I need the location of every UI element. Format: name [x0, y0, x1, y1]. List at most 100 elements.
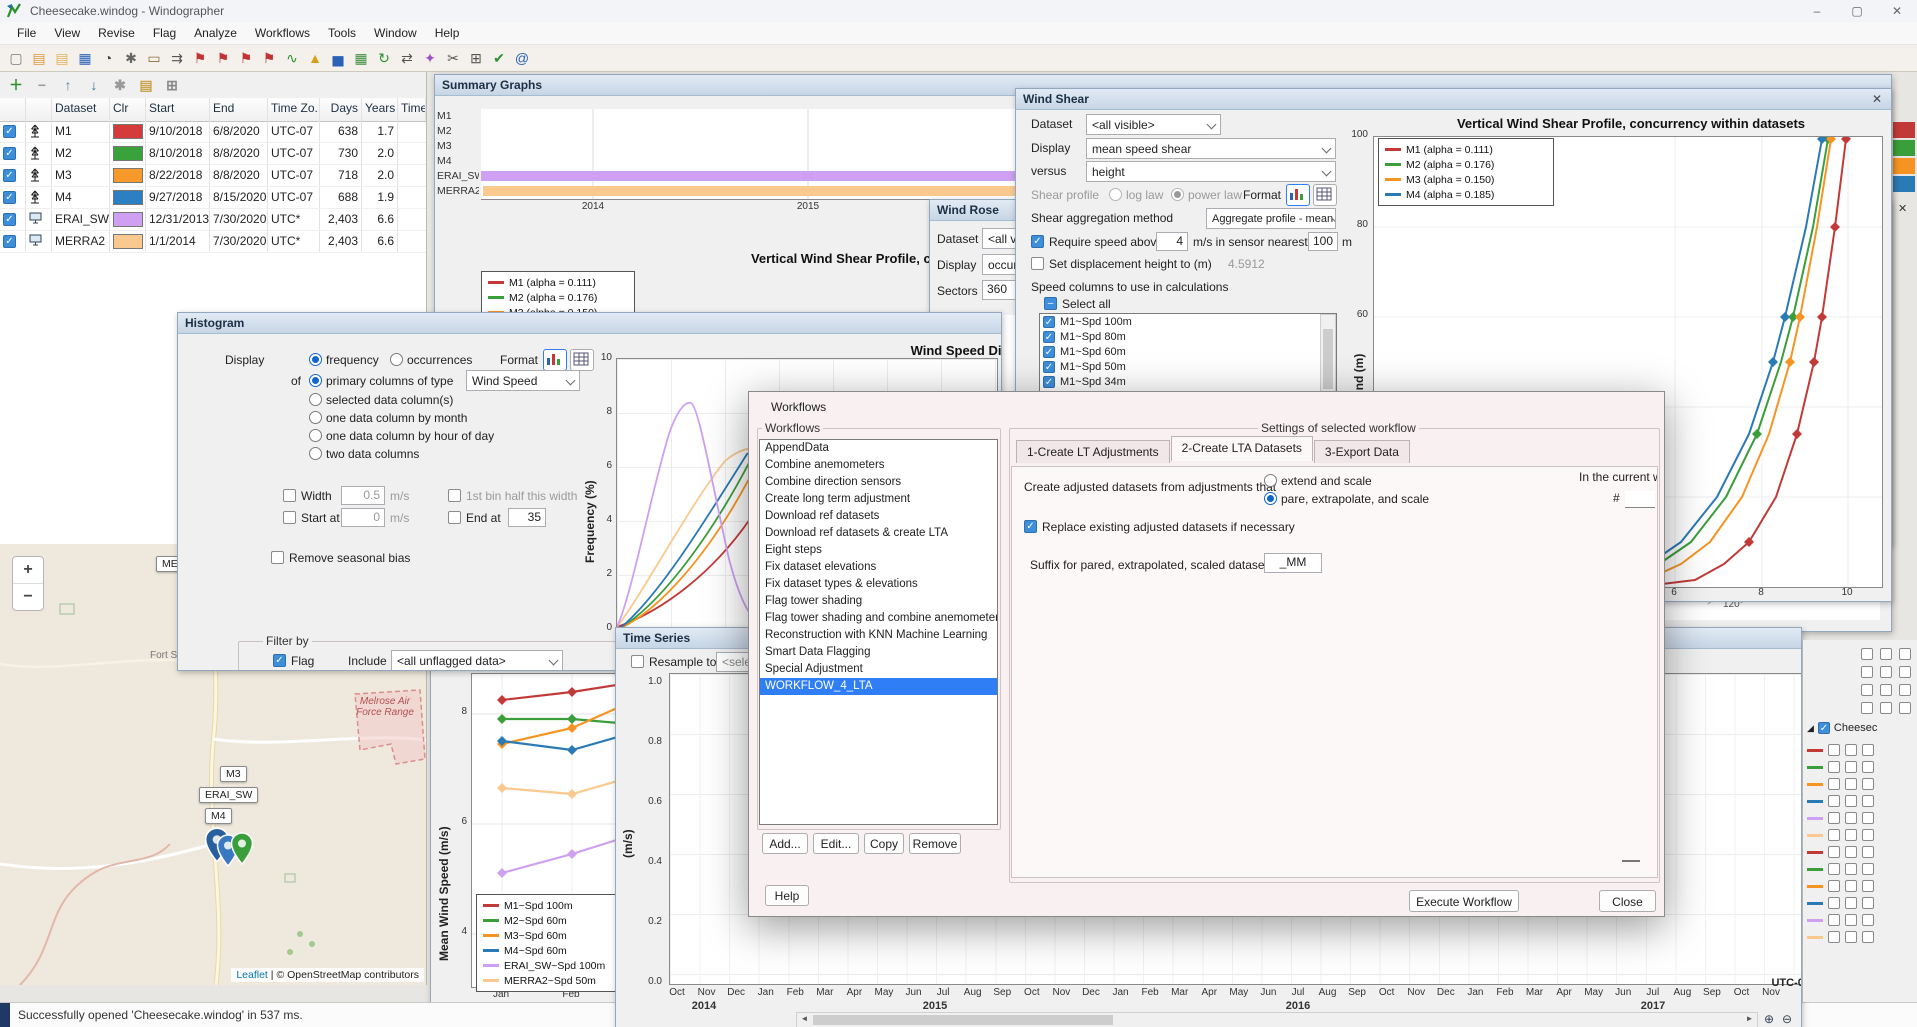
toolbar-chart-area-icon[interactable]: ▲ — [305, 48, 325, 68]
map-zoom-out-button[interactable]: − — [13, 584, 43, 610]
series-checkbox[interactable] — [1845, 863, 1857, 875]
speed-column-item[interactable]: ✓M1~Spd 50m — [1040, 359, 1336, 374]
color-swatch[interactable] — [113, 124, 143, 139]
panel-checkbox[interactable] — [1880, 648, 1892, 660]
wf-pare-radio[interactable] — [1264, 492, 1277, 505]
toolbar-flag-clear-icon[interactable]: ⚑ — [259, 48, 279, 68]
map-marker-label-m3[interactable]: M3 — [220, 766, 247, 782]
series-checkbox[interactable] — [1862, 795, 1874, 807]
dataset-color-swatch[interactable] — [110, 231, 146, 252]
column-checkbox[interactable]: ✓ — [1043, 346, 1055, 358]
panel-checkbox[interactable] — [1880, 702, 1892, 714]
column-header[interactable]: End — [210, 98, 268, 121]
ws-agg-select[interactable]: Aggregate profile - mean — [1206, 208, 1336, 229]
toolbar-chart-bar-icon[interactable]: ▅ — [328, 48, 348, 68]
dataset-move-up-icon[interactable]: ↑ — [58, 75, 78, 95]
close-button[interactable]: ✕ — [1877, 1, 1917, 21]
workflow-item[interactable]: WORKFLOW_4_LTA — [760, 678, 997, 695]
toolbar-save-icon[interactable]: ▦ — [75, 48, 95, 68]
speed-column-item[interactable]: ✓M1~Spd 100m — [1040, 314, 1336, 329]
toolbar-expand-icon[interactable]: ⊞ — [466, 48, 486, 68]
workflow-item[interactable]: Fix dataset types & elevations — [760, 576, 997, 593]
wf-close-button[interactable]: Close — [1599, 890, 1656, 912]
toolbar-ruler-icon[interactable]: ▭ — [144, 48, 164, 68]
dataset-color-swatch[interactable] — [110, 209, 146, 230]
series-checkbox[interactable] — [1828, 761, 1840, 773]
map-marker-label-m4[interactable]: M4 — [205, 808, 232, 824]
table-row[interactable]: ✓MERRA21/1/20147/30/2020UTC*2,4036.6 — [0, 231, 426, 253]
toolbar-gear-icon[interactable]: ✱ — [121, 48, 141, 68]
dataset-visible-checkbox[interactable]: ✓ — [3, 235, 16, 248]
panel-checkbox[interactable] — [1880, 684, 1892, 696]
series-checkbox[interactable] — [1862, 812, 1874, 824]
workflow-item[interactable]: Special Adjustment — [760, 661, 997, 678]
toolbar-chart-line-icon[interactable]: ∿ — [282, 48, 302, 68]
column-checkbox[interactable]: ✓ — [1043, 361, 1055, 373]
series-checkbox[interactable] — [1862, 846, 1874, 858]
hg-month-radio[interactable] — [309, 411, 322, 424]
wf-remove-button[interactable]: Remove — [909, 833, 961, 854]
hg-flag-checkbox[interactable]: ✓ — [273, 654, 286, 667]
minimize-button[interactable]: – — [1797, 1, 1837, 21]
dataset-color-swatch[interactable] — [110, 143, 146, 164]
workflow-list[interactable]: AppendDataCombine anemometersCombine dir… — [759, 439, 998, 825]
series-checkbox[interactable] — [1862, 931, 1874, 943]
hg-type-select[interactable]: Wind Speed — [466, 370, 580, 391]
toolbar-clock-icon[interactable]: ◔ — [98, 48, 118, 68]
ws-power-law-radio[interactable] — [1171, 188, 1184, 201]
dataset-color-swatch[interactable] — [110, 165, 146, 186]
column-header[interactable]: Years — [362, 98, 398, 121]
column-checkbox[interactable]: ✓ — [1043, 331, 1055, 343]
panel-series-row[interactable] — [1807, 931, 1874, 943]
series-checkbox[interactable] — [1828, 863, 1840, 875]
panel-checkbox[interactable] — [1880, 666, 1892, 678]
panel-checkbox[interactable] — [1899, 684, 1911, 696]
hg-hour-radio[interactable] — [309, 429, 322, 442]
workflow-item[interactable]: Combine direction sensors — [760, 474, 997, 491]
workflow-item[interactable]: AppendData — [760, 440, 997, 457]
table-row[interactable]: ✓M19/10/20186/8/2020UTC-076381.7 — [0, 121, 426, 143]
toolbar-open-folder-icon[interactable]: ▤ — [52, 48, 72, 68]
ws-require-speed-input[interactable]: 4 — [1156, 232, 1188, 251]
wf-help-button[interactable]: Help — [765, 885, 809, 906]
column-checkbox[interactable]: ✓ — [1043, 376, 1055, 388]
dataset-add-icon[interactable]: ＋ — [6, 75, 26, 95]
dataset-visible-checkbox[interactable]: ✓ — [3, 125, 16, 138]
panel-series-row[interactable] — [1807, 880, 1874, 892]
ws-format-chart-button[interactable] — [1286, 184, 1310, 206]
speed-column-item[interactable]: ✓M1~Spd 34m — [1040, 374, 1336, 389]
series-checkbox[interactable] — [1845, 880, 1857, 892]
toolbar-new-file-icon[interactable]: ▢ — [6, 48, 26, 68]
wf-replace-checkbox[interactable]: ✓ — [1024, 520, 1037, 533]
panel-dataset-item[interactable]: ◢✓Cheesec — [1807, 722, 1877, 734]
series-checkbox[interactable] — [1845, 897, 1857, 909]
hg-seasonal-checkbox[interactable] — [271, 551, 284, 564]
panel-checkbox[interactable] — [1899, 666, 1911, 678]
workflow-item[interactable]: Download ref datasets & create LTA — [760, 525, 997, 542]
toolbar-flag-add-icon[interactable]: ⚑ — [236, 48, 256, 68]
menu-item-file[interactable]: File — [8, 24, 45, 42]
color-swatch[interactable] — [113, 168, 143, 183]
hg-include-select[interactable]: <all unflagged data> — [391, 650, 563, 671]
wf-suffix-input[interactable]: _MM — [1264, 553, 1322, 573]
wf-copy-button[interactable]: Copy — [864, 833, 904, 854]
color-swatch[interactable] — [113, 190, 143, 205]
wf-extend-radio[interactable] — [1264, 474, 1277, 487]
toolbar-check-icon[interactable]: ✔ — [489, 48, 509, 68]
zoom-extents-icon[interactable]: ⊞ — [1797, 1011, 1802, 1027]
series-checkbox[interactable] — [1828, 914, 1840, 926]
ws-display-select[interactable]: mean speed shear — [1086, 138, 1336, 159]
maximize-button[interactable]: ▢ — [1837, 1, 1877, 21]
series-checkbox[interactable] — [1845, 778, 1857, 790]
expander-icon[interactable]: ◢ — [1807, 723, 1814, 734]
ts-resample-checkbox[interactable] — [631, 655, 644, 668]
dataset-visible-checkbox[interactable]: ✓ — [3, 191, 16, 204]
series-checkbox[interactable] — [1828, 829, 1840, 841]
menu-item-window[interactable]: Window — [365, 24, 426, 42]
workflow-item[interactable]: Reconstruction with KNN Machine Learning — [760, 627, 997, 644]
ts-horizontal-scrollbar[interactable]: ◄ ► — [796, 1012, 1758, 1027]
series-checkbox[interactable] — [1828, 931, 1840, 943]
wind-rose-sectors-input[interactable]: 360 — [982, 280, 1016, 300]
tab-3[interactable]: 3-Export Data — [1314, 440, 1410, 463]
wind-shear-close-icon[interactable]: ✕ — [1869, 91, 1885, 107]
